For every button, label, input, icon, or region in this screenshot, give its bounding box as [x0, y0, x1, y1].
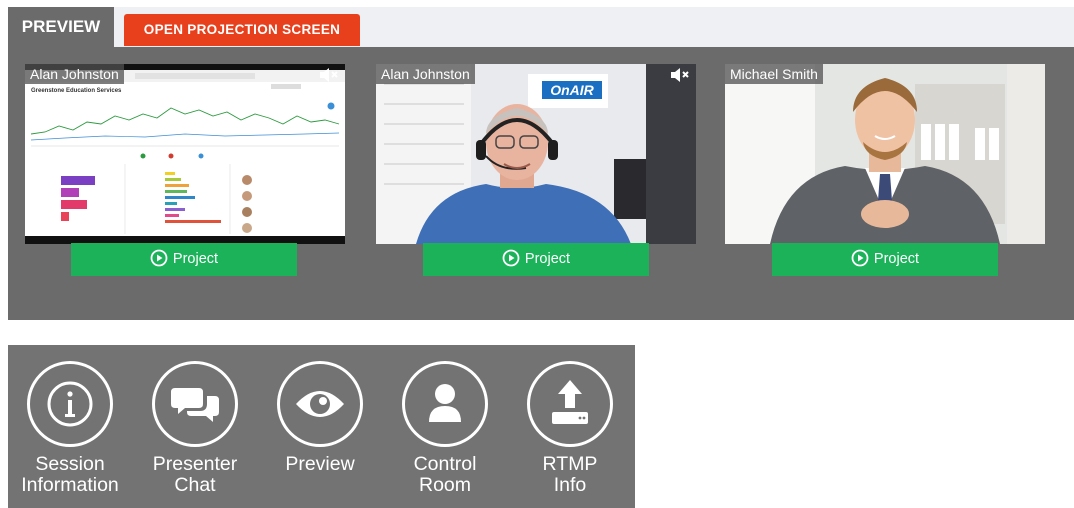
project-button-3[interactable]: Project — [772, 243, 998, 276]
video-tile-1[interactable]: Greenstone Education Services Alan Johns… — [25, 64, 345, 244]
rtmp-info-circle — [527, 361, 613, 447]
project-label: Project — [524, 251, 571, 267]
control-room-button[interactable]: Control Room — [385, 345, 511, 508]
project-label: Project — [873, 251, 920, 267]
play-circle-icon — [150, 249, 168, 267]
presenter-chat-circle — [152, 361, 238, 447]
tab-preview[interactable]: PREVIEW — [8, 7, 114, 47]
video-tile-2[interactable]: OnAIR Alan Johnston — [376, 64, 696, 244]
onair-logo: OnAIR — [542, 81, 602, 99]
session-toolbar: Session Information Presenter Chat Preview — [8, 345, 635, 508]
presenter-video — [376, 64, 696, 244]
session-info-circle — [27, 361, 113, 447]
muted-speaker-icon[interactable] — [316, 64, 342, 86]
preview-button[interactable]: Preview — [260, 345, 386, 508]
chat-icon — [171, 388, 219, 422]
project-button-1[interactable]: Project — [71, 243, 297, 276]
project-label: Project — [172, 251, 219, 267]
tile-name-label: Michael Smith — [725, 64, 823, 84]
rtmp-info-button[interactable]: RTMP Info — [510, 345, 636, 508]
screen-share-chart-title: Greenstone Education Services — [31, 88, 122, 94]
preview-panel: PREVIEW OPEN PROJECTION SCREEN Greenston… — [8, 7, 1074, 320]
presenter-video — [725, 64, 1045, 244]
play-circle-icon — [851, 249, 869, 267]
play-circle-icon — [502, 249, 520, 267]
upload-icon — [552, 380, 588, 424]
muted-speaker-icon[interactable] — [667, 64, 693, 86]
presenter-chat-button[interactable]: Presenter Chat — [135, 345, 261, 508]
tool-label: Session Information — [21, 453, 119, 496]
tile-name-label: Alan Johnston — [376, 64, 475, 84]
preview-header: PREVIEW OPEN PROJECTION SCREEN — [8, 7, 1074, 47]
video-tile-3[interactable]: Michael Smith — [725, 64, 1045, 244]
session-information-button[interactable]: Session Information — [10, 345, 136, 508]
tool-label: Control Room — [413, 453, 477, 496]
project-button-2[interactable]: Project — [423, 243, 649, 276]
eye-icon — [296, 391, 344, 417]
tool-label: Preview — [285, 453, 355, 475]
user-icon — [429, 384, 461, 422]
info-icon — [47, 381, 93, 427]
control-room-circle — [402, 361, 488, 447]
open-projection-screen-button[interactable]: OPEN PROJECTION SCREEN — [124, 14, 360, 46]
tile-name-label: Alan Johnston — [25, 64, 124, 84]
tool-label: Presenter Chat — [152, 453, 238, 496]
tool-label: RTMP Info — [542, 453, 598, 496]
preview-circle — [277, 361, 363, 447]
